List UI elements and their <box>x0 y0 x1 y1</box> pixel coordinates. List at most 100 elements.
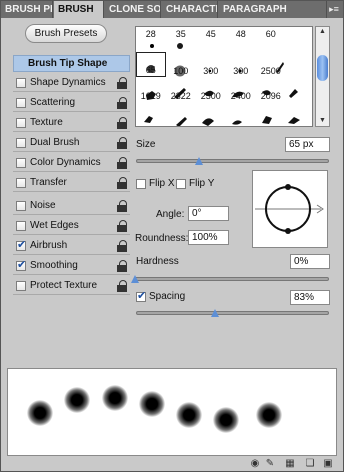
lock-icon[interactable] <box>117 220 127 232</box>
lock-icon[interactable] <box>117 260 127 272</box>
airbrush-checkbox[interactable] <box>16 238 26 251</box>
preview-dab <box>139 391 165 417</box>
brush-tip[interactable]: 2322 <box>166 77 196 102</box>
size-slider-knob[interactable] <box>195 157 204 165</box>
brush-tip[interactable]: 45 <box>196 27 226 52</box>
option-label: Wet Edges <box>30 220 79 231</box>
tab-character[interactable]: CHARACTE <box>162 1 218 18</box>
texture-checkbox[interactable] <box>16 118 26 128</box>
option-scattering[interactable]: Scattering <box>13 94 130 112</box>
brush-tip[interactable]: 48 <box>226 27 256 52</box>
option-noise[interactable]: Noise <box>13 197 130 215</box>
lock-icon[interactable] <box>117 137 127 149</box>
brush-size-label: 2500 <box>200 91 221 101</box>
option-smoothing[interactable]: Smoothing <box>13 257 130 275</box>
preview-dab <box>102 385 128 411</box>
angle-field[interactable]: 0° <box>188 206 229 221</box>
lock-icon[interactable] <box>117 280 127 292</box>
lock-icon[interactable] <box>117 97 127 109</box>
protect-texture-checkbox[interactable] <box>16 281 26 291</box>
brush-tip-grid: 28 35 45 48 60 65 100 300 300 2500 1619 … <box>135 26 313 127</box>
option-wet-edges[interactable]: Wet Edges <box>13 217 130 235</box>
option-dual-brush[interactable]: Dual Brush <box>13 134 130 152</box>
brush-icon[interactable]: ✎ <box>264 458 276 469</box>
lock-icon[interactable] <box>117 240 127 252</box>
dual-brush-checkbox[interactable] <box>16 138 26 148</box>
hardness-field[interactable]: 0% <box>290 254 330 269</box>
brush-size-label: 60 <box>265 29 276 39</box>
panel-menu-icon[interactable]: ▸≡ <box>327 3 341 16</box>
shape-dynamics-checkbox[interactable] <box>16 78 26 88</box>
transfer-checkbox[interactable] <box>16 178 26 188</box>
scroll-down-icon[interactable]: ▼ <box>316 116 329 126</box>
option-texture[interactable]: Texture <box>13 114 130 132</box>
brush-tip[interactable]: 2500 <box>256 52 286 77</box>
lock-icon[interactable] <box>117 177 127 189</box>
tab-clone-source[interactable]: CLONE SOU <box>105 1 161 18</box>
brush-tip-selected[interactable]: 65 <box>136 52 166 77</box>
color-dynamics-checkbox[interactable] <box>16 158 26 168</box>
option-shape-dynamics[interactable]: Shape Dynamics <box>13 74 130 92</box>
angle-circle-icon[interactable] <box>253 171 329 249</box>
spacing-field[interactable]: 83% <box>290 290 330 305</box>
lock-icon[interactable] <box>117 157 127 169</box>
angle-label: Angle: <box>156 209 185 220</box>
brush-size-label: 2400 <box>230 91 251 101</box>
brush-tip[interactable]: 300 <box>226 52 256 77</box>
option-label: Transfer <box>30 177 67 188</box>
eye-icon[interactable]: ◉ <box>249 458 261 469</box>
hardness-slider[interactable] <box>131 275 329 283</box>
roundness-field[interactable]: 100% <box>188 230 229 245</box>
spacing-slider-knob[interactable] <box>211 309 220 317</box>
brush-tip[interactable]: 28 <box>136 27 166 52</box>
noise-checkbox[interactable] <box>16 201 26 211</box>
brush-tip[interactable]: 2096 <box>256 77 286 102</box>
smoothing-checkbox[interactable] <box>16 258 26 271</box>
wet-edges-checkbox[interactable] <box>16 221 26 231</box>
size-field[interactable]: 65 px <box>285 137 330 152</box>
option-transfer[interactable]: Transfer <box>13 174 130 192</box>
brush-grid-scrollbar[interactable]: ▲ ▼ <box>315 26 330 127</box>
brush-tip[interactable]: 100 <box>166 52 196 77</box>
brush-size-label: 28 <box>145 29 156 39</box>
option-color-dynamics[interactable]: Color Dynamics <box>13 154 130 172</box>
brush-tip[interactable]: 300 <box>196 52 226 77</box>
brush-tip[interactable]: 2500 <box>196 77 226 102</box>
hardness-slider-knob[interactable] <box>131 275 140 283</box>
tab-brush[interactable]: BRUSH <box>54 1 104 18</box>
option-label: Noise <box>30 200 56 211</box>
tab-bar: BRUSH PRE BRUSH CLONE SOU CHARACTE PARAG… <box>1 1 343 18</box>
option-label: Shape Dynamics <box>30 77 106 88</box>
option-airbrush[interactable]: Airbrush <box>13 237 130 255</box>
tab-brush-presets[interactable]: BRUSH PRE <box>1 1 53 18</box>
spacing-checkbox[interactable] <box>136 289 146 302</box>
size-slider[interactable] <box>136 157 329 165</box>
scroll-thumb[interactable] <box>317 55 328 81</box>
new-preset-icon[interactable]: ❏ <box>304 458 316 469</box>
grid-icon[interactable]: ▦ <box>284 458 296 469</box>
lock-icon[interactable] <box>117 77 127 89</box>
brush-tip-shape-item[interactable]: Brush Tip Shape <box>13 55 130 72</box>
tab-paragraph[interactable]: PARAGRAPH <box>219 1 327 18</box>
preview-dab <box>256 402 282 428</box>
brush-tip[interactable]: 60 <box>256 27 286 52</box>
bottom-toolbar: ◉ ✎ ▦ ❏ ▣ <box>1 457 343 471</box>
option-protect-texture[interactable]: Protect Texture <box>13 277 130 295</box>
brush-size-label: 35 <box>175 29 186 39</box>
option-label: Dual Brush <box>30 137 80 148</box>
brush-size-label: 2096 <box>260 91 281 101</box>
flip-x-checkbox[interactable] <box>136 179 146 189</box>
flip-y-checkbox[interactable] <box>176 179 186 189</box>
lock-icon[interactable] <box>117 200 127 212</box>
brush-tip[interactable]: 35 <box>166 27 196 52</box>
scroll-up-icon[interactable]: ▲ <box>316 27 329 37</box>
brush-presets-button[interactable]: Brush Presets <box>25 24 107 43</box>
delete-icon[interactable]: ▣ <box>322 458 334 469</box>
lock-icon[interactable] <box>117 117 127 129</box>
angle-roundness-widget[interactable] <box>252 170 328 248</box>
roundness-label: Roundness: <box>135 233 189 244</box>
scattering-checkbox[interactable] <box>16 98 26 108</box>
brush-tip[interactable]: 2400 <box>226 77 256 102</box>
spacing-slider[interactable] <box>136 309 329 317</box>
brush-tip[interactable]: 1619 <box>136 77 166 102</box>
